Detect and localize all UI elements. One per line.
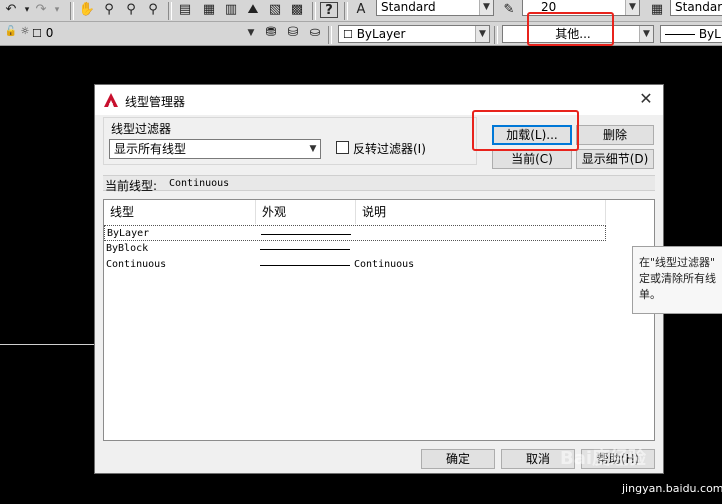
lineweight-select[interactable]: ByL bbox=[660, 25, 722, 43]
color-value: ByLayer bbox=[356, 27, 406, 41]
layer-previous-icon[interactable]: ⛁ bbox=[284, 25, 302, 41]
layer-select[interactable]: ☐ 0 ▼ bbox=[28, 25, 258, 43]
toolbar-separator bbox=[312, 2, 316, 20]
make-current-layer-icon[interactable]: ⛃ bbox=[262, 25, 280, 41]
lineweight-swatch bbox=[665, 34, 695, 35]
invert-filter-label: 反转过滤器(I) bbox=[353, 142, 426, 156]
tooltip: 在"线型过滤器" 定或清除所有线 单。 bbox=[632, 246, 722, 314]
dialog-title: 线型管理器 bbox=[125, 95, 186, 109]
toolbar-separator bbox=[328, 26, 332, 44]
zoom-realtime-icon[interactable]: ⚲ bbox=[100, 2, 118, 18]
ok-button[interactable]: 确定 bbox=[421, 449, 495, 469]
tool-palettes-icon[interactable]: ▥ bbox=[222, 2, 240, 18]
properties-icon[interactable]: ▤ bbox=[176, 2, 194, 18]
table-style-value: Standard bbox=[675, 0, 722, 14]
tooltip-line: 定或清除所有线 bbox=[639, 272, 716, 285]
watermark-url: jingyan.baidu.com bbox=[622, 482, 722, 495]
text-style-select[interactable]: Standard ▼ bbox=[376, 0, 494, 16]
linetype-list[interactable]: 线型 外观 说明 ByLayer ByBlock Continuous Cont… bbox=[103, 199, 655, 441]
table-style-icon: ▦ bbox=[650, 2, 664, 17]
close-icon[interactable]: ✕ bbox=[637, 90, 655, 108]
design-center-icon[interactable]: ▦ bbox=[200, 2, 218, 18]
chevron-down-icon: ▼ bbox=[625, 0, 639, 15]
layer-states-icon[interactable]: ⛀ bbox=[306, 25, 324, 41]
linetype-preview bbox=[260, 249, 350, 250]
drawing-line bbox=[0, 344, 94, 345]
tooltip-line: 单。 bbox=[639, 288, 661, 301]
tooltip-line: 在"线型过滤器" bbox=[639, 256, 716, 269]
toolbar-separator bbox=[168, 2, 172, 20]
current-button[interactable]: 当前(C) bbox=[492, 149, 572, 169]
table-row[interactable]: ByBlock bbox=[104, 241, 606, 257]
toolbar-separator bbox=[344, 2, 348, 20]
column-header-linetype[interactable]: 线型 bbox=[104, 200, 256, 224]
linetype-name: Continuous bbox=[106, 259, 167, 270]
linetype-filter-value: 显示所有线型 bbox=[114, 142, 187, 156]
linetype-filter-select[interactable]: 显示所有线型 ▼ bbox=[109, 139, 321, 159]
linetype-preview bbox=[261, 234, 351, 235]
zoom-window-icon[interactable]: ⚲ bbox=[122, 2, 140, 18]
table-row[interactable]: Continuous Continuous bbox=[104, 257, 606, 273]
toolbar-separator bbox=[494, 26, 498, 44]
table-style-select[interactable]: Standard bbox=[670, 0, 722, 16]
color-select[interactable]: ☐ ByLayer ▼ bbox=[338, 25, 490, 43]
delete-button[interactable]: 删除 bbox=[576, 125, 654, 145]
current-linetype-bar: 当前线型: Continuous bbox=[103, 175, 655, 193]
chevron-down-icon: ▼ bbox=[247, 28, 255, 38]
help-icon[interactable]: ? bbox=[320, 2, 338, 18]
chevron-down-icon: ▼ bbox=[475, 26, 489, 42]
column-header-description[interactable]: 说明 bbox=[356, 200, 606, 224]
redo-dropdown-icon[interactable]: ▾ bbox=[48, 2, 66, 18]
sheet-set-icon[interactable]: ⛰ bbox=[244, 2, 262, 18]
linetype-filter-label: 线型过滤器 bbox=[111, 122, 172, 136]
color-swatch-icon: ☐ bbox=[343, 28, 353, 41]
layer-color-swatch-icon: ☐ bbox=[32, 27, 42, 40]
current-linetype-label: 当前线型: bbox=[105, 179, 158, 193]
linetype-description: Continuous bbox=[354, 259, 415, 270]
text-style-value: Standard bbox=[381, 0, 436, 14]
zoom-previous-icon[interactable]: ⚲ bbox=[144, 2, 162, 18]
watermark-brand: Bai度经验 bbox=[560, 448, 647, 469]
current-linetype-value: Continuous bbox=[169, 178, 230, 189]
markup-set-icon[interactable]: ▧ bbox=[266, 2, 284, 18]
dimension-style-icon: ✎ bbox=[503, 2, 515, 17]
toolbar-separator bbox=[70, 2, 74, 20]
quickcalc-icon[interactable]: ▩ bbox=[288, 2, 306, 18]
invert-filter-checkbox[interactable] bbox=[336, 141, 349, 154]
table-row[interactable]: ByLayer bbox=[104, 225, 606, 241]
linetype-name: ByBlock bbox=[106, 243, 149, 254]
show-details-button[interactable]: 显示细节(D) bbox=[576, 149, 654, 169]
highlight-linetype-combo bbox=[527, 12, 614, 46]
linetype-name: ByLayer bbox=[107, 228, 150, 239]
highlight-load-button bbox=[472, 110, 579, 151]
layer-value: 0 bbox=[45, 26, 54, 40]
column-header-appearance[interactable]: 外观 bbox=[256, 200, 356, 224]
chevron-down-icon: ▼ bbox=[479, 0, 493, 15]
lineweight-value: ByL bbox=[698, 27, 721, 41]
chevron-down-icon: ▼ bbox=[639, 26, 653, 42]
linetype-preview bbox=[260, 265, 350, 266]
autocad-logo-icon bbox=[104, 93, 118, 107]
text-style-icon: A bbox=[356, 2, 366, 17]
pan-hand-icon[interactable]: ✋ bbox=[78, 2, 96, 18]
chevron-down-icon: ▼ bbox=[306, 140, 320, 158]
